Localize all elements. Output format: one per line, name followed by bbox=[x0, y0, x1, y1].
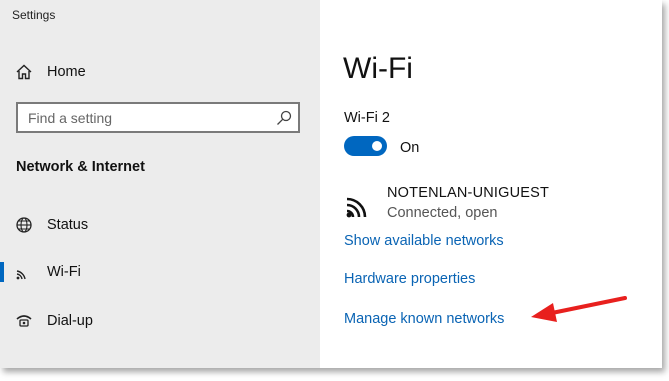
manage-known-networks-link[interactable]: Manage known networks bbox=[344, 311, 504, 327]
search-input[interactable] bbox=[18, 104, 268, 131]
show-available-networks-link[interactable]: Show available networks bbox=[344, 233, 504, 249]
hardware-properties-link[interactable]: Hardware properties bbox=[344, 271, 475, 287]
globe-icon bbox=[16, 217, 32, 233]
sidebar: Settings Home Network & Internet bbox=[0, 0, 320, 368]
red-arrow-annotation bbox=[531, 296, 627, 322]
sidebar-item-label: Status bbox=[47, 217, 89, 233]
adapter-name: Wi-Fi 2 bbox=[344, 110, 390, 126]
sidebar-item-home[interactable]: Home bbox=[0, 54, 320, 90]
sidebar-item-wifi[interactable]: Wi-Fi bbox=[0, 254, 320, 290]
sidebar-item-label: Dial-up bbox=[47, 313, 93, 329]
section-header: Network & Internet bbox=[16, 159, 145, 175]
dialup-icon bbox=[16, 315, 32, 327]
wifi-toggle[interactable] bbox=[344, 136, 387, 156]
toggle-knob bbox=[372, 141, 382, 151]
sidebar-item-label: Home bbox=[47, 64, 86, 80]
network-name[interactable]: NOTENLAN-UNIGUEST bbox=[387, 185, 549, 201]
sidebar-item-status[interactable]: Status bbox=[0, 207, 320, 243]
toggle-state-label: On bbox=[400, 140, 420, 156]
sidebar-item-dialup[interactable]: Dial-up bbox=[0, 303, 320, 339]
wifi-icon bbox=[16, 270, 26, 280]
search-box[interactable] bbox=[16, 102, 300, 133]
sidebar-item-label: Wi-Fi bbox=[47, 264, 81, 280]
home-icon bbox=[16, 64, 32, 80]
settings-window: Settings Home Network & Internet bbox=[0, 0, 662, 368]
page-title: Wi-Fi bbox=[343, 52, 413, 85]
search-icon[interactable] bbox=[276, 110, 292, 126]
network-status: Connected, open bbox=[387, 205, 498, 221]
wifi-signal-icon bbox=[346, 197, 367, 218]
window-title: Settings bbox=[12, 8, 56, 22]
